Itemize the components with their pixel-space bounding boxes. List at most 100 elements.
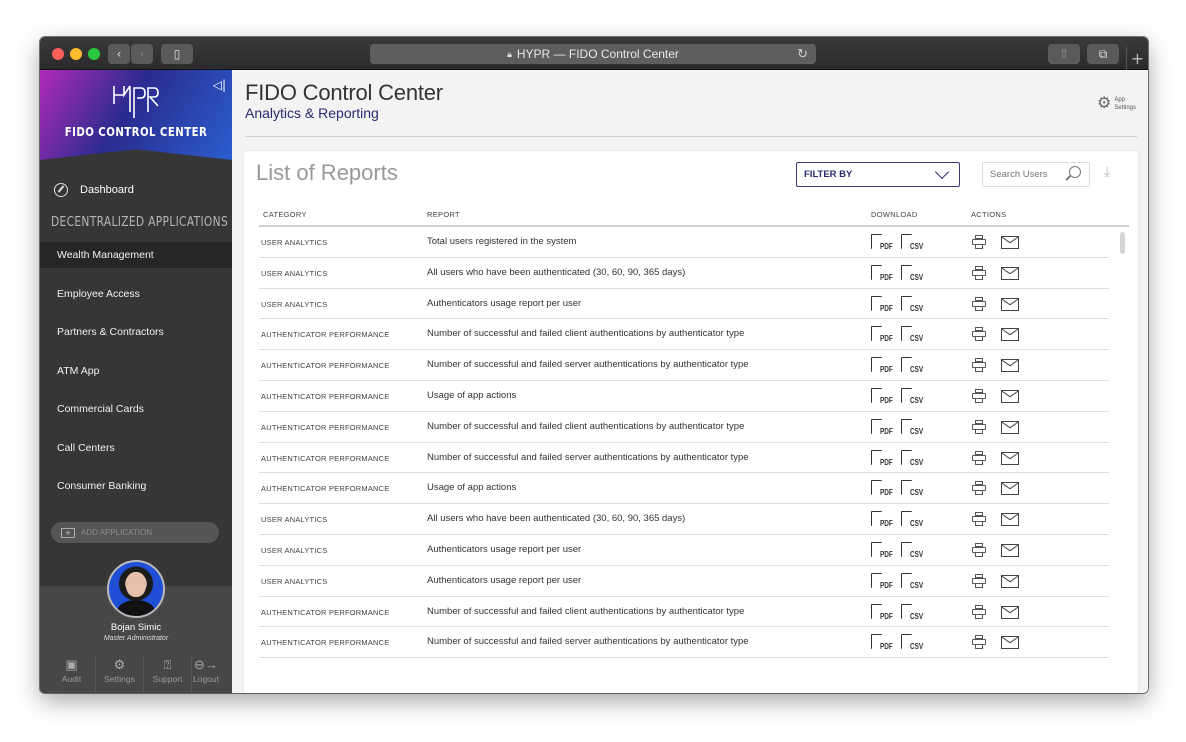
print-icon[interactable]	[972, 265, 986, 280]
footer-settings-button[interactable]: ⚙ Settings	[96, 656, 144, 693]
download-pdf-button[interactable]: PDF	[871, 541, 893, 560]
address-bar[interactable]: 🔒︎ HYPR — FIDO Control Center ↻	[370, 44, 816, 64]
search-input[interactable]	[990, 169, 1062, 180]
report-name[interactable]: All users who have been authenticated (3…	[427, 267, 685, 278]
nav-dashboard[interactable]: Dashboard	[54, 183, 134, 197]
report-name[interactable]: Number of successful and failed server a…	[427, 636, 749, 647]
print-icon[interactable]	[972, 358, 986, 373]
email-icon[interactable]	[1001, 605, 1019, 619]
search-icon[interactable]	[1069, 166, 1081, 178]
email-icon[interactable]	[1001, 389, 1019, 403]
print-icon[interactable]	[972, 388, 986, 403]
download-csv-button[interactable]: CSV	[901, 387, 923, 406]
download-pdf-button[interactable]: PDF	[871, 387, 893, 406]
download-csv-button[interactable]: CSV	[901, 603, 923, 622]
footer-audit-button[interactable]: ▣ Audit	[48, 656, 96, 693]
download-pdf-button[interactable]: PDF	[871, 264, 893, 283]
print-icon[interactable]	[972, 542, 986, 557]
add-application-button[interactable]: + ADD APPLICATION	[51, 522, 219, 543]
report-name[interactable]: Total users registered in the system	[427, 236, 576, 247]
email-icon[interactable]	[1001, 636, 1019, 650]
print-icon[interactable]	[972, 296, 986, 311]
download-csv-button[interactable]: CSV	[901, 541, 923, 560]
email-icon[interactable]	[1001, 420, 1019, 434]
download-csv-button[interactable]: CSV	[901, 634, 923, 652]
nav-item-employee-access[interactable]: Employee Access	[40, 281, 232, 307]
download-csv-button[interactable]: CSV	[901, 449, 923, 468]
download-csv-button[interactable]: CSV	[901, 480, 923, 498]
collapse-sidebar-icon[interactable]: ◁|	[213, 78, 226, 92]
back-button[interactable]: ‹	[108, 44, 130, 64]
share-button[interactable]: ⇧	[1048, 44, 1080, 64]
reload-icon[interactable]: ↻	[797, 46, 808, 62]
download-pdf-button[interactable]: PDF	[871, 480, 893, 498]
download-pdf-button[interactable]: PDF	[871, 418, 893, 437]
download-csv-button[interactable]: CSV	[901, 418, 923, 437]
sidebar-toggle-button[interactable]: ▯	[161, 44, 193, 64]
app-settings-button[interactable]: ⚙ App Settings	[1097, 96, 1136, 112]
email-icon[interactable]	[1001, 236, 1019, 249]
print-icon[interactable]	[972, 419, 986, 434]
download-pdf-button[interactable]: PDF	[871, 357, 893, 375]
filter-dropdown[interactable]: FILTER BY	[796, 162, 960, 187]
download-pdf-button[interactable]: PDF	[871, 511, 893, 529]
download-csv-button[interactable]: CSV	[901, 234, 923, 252]
new-tab-button[interactable]: +	[1126, 47, 1148, 70]
email-icon[interactable]	[1001, 266, 1019, 280]
report-name[interactable]: Usage of app actions	[427, 390, 516, 401]
minimize-window-button[interactable]	[70, 48, 82, 60]
nav-item-wealth-management[interactable]: Wealth Management	[40, 242, 238, 268]
search-users-field[interactable]	[982, 162, 1090, 187]
download-csv-button[interactable]: CSV	[901, 572, 923, 591]
print-icon[interactable]	[972, 235, 986, 249]
avatar[interactable]	[107, 560, 165, 618]
print-icon[interactable]	[972, 450, 986, 465]
download-pdf-button[interactable]: PDF	[871, 603, 893, 622]
download-pdf-button[interactable]: PDF	[871, 634, 893, 652]
footer-logout-button[interactable]: ⊖→ Logout	[182, 656, 230, 693]
print-icon[interactable]	[972, 573, 986, 588]
report-name[interactable]: Usage of app actions	[427, 482, 516, 493]
email-icon[interactable]	[1001, 513, 1019, 527]
nav-item-atm-app[interactable]: ATM App	[40, 358, 232, 384]
download-csv-button[interactable]: CSV	[901, 357, 923, 375]
email-icon[interactable]	[1001, 297, 1019, 311]
download-csv-button[interactable]: CSV	[901, 295, 923, 314]
download-csv-button[interactable]: CSV	[901, 511, 923, 529]
download-pdf-button[interactable]: PDF	[871, 326, 893, 344]
nav-item-consumer-banking[interactable]: Consumer Banking	[40, 473, 232, 499]
download-icon[interactable]: ⤓	[1104, 164, 1110, 180]
maximize-window-button[interactable]	[88, 48, 100, 60]
column-report[interactable]: REPORT	[427, 210, 460, 219]
download-csv-button[interactable]: CSV	[901, 264, 923, 283]
report-name[interactable]: All users who have been authenticated (3…	[427, 513, 685, 524]
email-icon[interactable]	[1001, 543, 1019, 557]
nav-item-commercial-cards[interactable]: Commercial Cards	[40, 396, 232, 422]
email-icon[interactable]	[1001, 328, 1019, 342]
email-icon[interactable]	[1001, 574, 1019, 588]
column-category[interactable]: CATEGORY	[263, 210, 307, 219]
tabs-overview-button[interactable]: ⧉	[1087, 44, 1119, 64]
print-icon[interactable]	[972, 481, 986, 496]
close-window-button[interactable]	[52, 48, 64, 60]
print-icon[interactable]	[972, 327, 986, 342]
forward-button[interactable]: ›	[131, 44, 153, 64]
report-name[interactable]: Number of successful and failed client a…	[427, 328, 744, 339]
report-name[interactable]: Authenticators usage report per user	[427, 575, 581, 586]
print-icon[interactable]	[972, 604, 986, 619]
nav-item-partners-contractors[interactable]: Partners & Contractors	[40, 319, 232, 345]
report-name[interactable]: Authenticators usage report per user	[427, 544, 581, 555]
download-csv-button[interactable]: CSV	[901, 326, 923, 344]
download-pdf-button[interactable]: PDF	[871, 295, 893, 314]
nav-item-call-centers[interactable]: Call Centers	[40, 435, 232, 461]
report-name[interactable]: Number of successful and failed client a…	[427, 606, 744, 617]
download-pdf-button[interactable]: PDF	[871, 572, 893, 591]
download-pdf-button[interactable]: PDF	[871, 234, 893, 252]
download-pdf-button[interactable]: PDF	[871, 449, 893, 468]
print-icon[interactable]	[972, 635, 986, 650]
report-name[interactable]: Number of successful and failed client a…	[427, 421, 744, 432]
scrollbar[interactable]	[1120, 232, 1125, 254]
report-name[interactable]: Number of successful and failed server a…	[427, 452, 749, 463]
email-icon[interactable]	[1001, 359, 1019, 373]
report-name[interactable]: Number of successful and failed server a…	[427, 359, 749, 370]
